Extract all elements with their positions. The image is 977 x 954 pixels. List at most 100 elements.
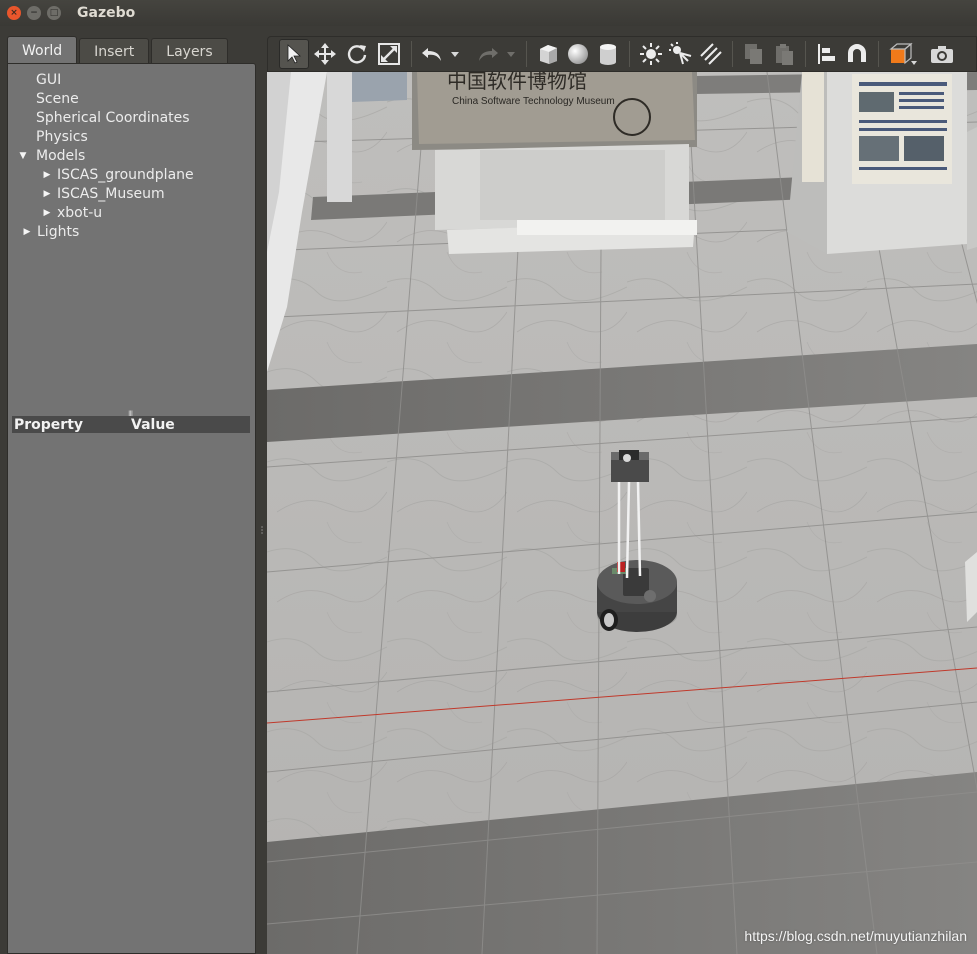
title-bar: × − □ Gazebo: [0, 0, 977, 26]
screenshot-icon: [931, 46, 953, 63]
copy-icon: [745, 44, 762, 64]
tree-item-scene[interactable]: Scene: [8, 89, 255, 108]
scale-mode-button[interactable]: [373, 39, 405, 69]
tree-item-models[interactable]: ▼ Models: [8, 146, 255, 165]
redo-history-dropdown[interactable]: [502, 39, 520, 69]
toolbar: [267, 36, 977, 72]
close-icon: ×: [10, 7, 18, 18]
select-arrow-icon: [287, 44, 302, 64]
toolbar-separator: [526, 41, 527, 67]
tree-item-label: GUI: [36, 71, 62, 88]
cylinder-shape-icon: [600, 44, 616, 65]
property-column-header[interactable]: Property: [12, 417, 131, 433]
expand-right-icon[interactable]: ▶: [42, 189, 52, 199]
rotate-icon: [347, 45, 367, 64]
3d-viewport[interactable]: 中国软件博物馆 China Software Technology Museum: [267, 72, 977, 954]
point-light-icon: [640, 43, 662, 65]
pedestal-panel: [480, 150, 665, 220]
scale-icon: [378, 43, 400, 65]
tree-item-label: Models: [36, 147, 86, 164]
toolbar-separator: [629, 41, 630, 67]
tree-item-label: Spherical Coordinates: [36, 109, 190, 126]
view-angle-icon: [889, 42, 917, 65]
redo-button[interactable]: [474, 39, 502, 69]
tree-item-physics[interactable]: Physics: [8, 127, 255, 146]
tree-item-spherical-coordinates[interactable]: Spherical Coordinates: [8, 108, 255, 127]
align-button[interactable]: [812, 39, 842, 69]
tree-item-label: ISCAS_groundplane: [57, 166, 194, 183]
minimize-window-button[interactable]: −: [27, 6, 41, 20]
tree-item-lights[interactable]: ▶ Lights: [8, 222, 255, 241]
tree-item-gui[interactable]: GUI: [8, 70, 255, 89]
insert-cylinder-button[interactable]: [593, 39, 623, 69]
museum-pillar: [327, 72, 352, 202]
maximize-icon: □: [49, 7, 59, 18]
expand-right-icon[interactable]: ▶: [42, 170, 52, 180]
museum-sign-english: China Software Technology Museum: [452, 96, 615, 107]
maximize-window-button[interactable]: □: [47, 6, 61, 20]
redo-icon: [479, 48, 498, 61]
toolbar-separator: [878, 41, 879, 67]
exhibit-side-poster: [802, 72, 824, 182]
translate-icon: [314, 43, 336, 65]
expand-right-icon[interactable]: ▶: [22, 227, 32, 237]
gazebo-window: × − □ Gazebo World Insert Layers GUI Sce…: [0, 0, 977, 954]
watermark-url: https://blog.csdn.net/muyutianzhilan: [744, 928, 967, 944]
tree-item-iscas-museum[interactable]: ▶ ISCAS_Museum: [8, 184, 255, 203]
spot-light-icon: [669, 42, 692, 65]
tree-item-label: xbot-u: [57, 204, 103, 221]
toolbar-separator: [805, 41, 806, 67]
property-table-header: Property Value: [12, 416, 250, 433]
snap-icon: [848, 44, 866, 62]
value-column-header[interactable]: Value: [131, 417, 175, 433]
paste-icon: [776, 44, 793, 65]
sphere-shape-icon: [568, 44, 588, 64]
undo-button[interactable]: [418, 39, 446, 69]
snap-button[interactable]: [842, 39, 872, 69]
world-tree: GUI Scene Spherical Coordinates Physics …: [8, 70, 255, 241]
redo-dropdown-icon: [507, 52, 515, 57]
tree-item-label: ISCAS_Museum: [57, 185, 165, 202]
exhibit-edge: [967, 127, 977, 250]
undo-history-dropdown[interactable]: [446, 39, 464, 69]
undo-icon: [422, 48, 441, 61]
left-panel: World Insert Layers GUI Scene Spherical …: [0, 26, 258, 954]
tab-layers[interactable]: Layers: [151, 38, 228, 64]
directional-light-icon: [700, 43, 722, 65]
insert-spot-light-button[interactable]: [666, 39, 696, 69]
window-title: Gazebo: [77, 5, 136, 21]
world-panel: GUI Scene Spherical Coordinates Physics …: [7, 63, 256, 954]
tree-item-iscas-groundplane[interactable]: ▶ ISCAS_groundplane: [8, 165, 255, 184]
copy-button[interactable]: [739, 39, 769, 69]
paste-button[interactable]: [769, 39, 799, 69]
scene-render: 中国软件博物馆 China Software Technology Museum: [267, 72, 977, 954]
wall-window: [352, 72, 407, 102]
screenshot-button[interactable]: [927, 39, 957, 69]
undo-dropdown-icon: [451, 52, 459, 57]
museum-sign-chinese: 中国软件博物馆: [447, 72, 587, 93]
tree-item-xbot-u[interactable]: ▶ xbot-u: [8, 203, 255, 222]
minimize-icon: −: [30, 7, 38, 18]
expand-right-icon[interactable]: ▶: [42, 208, 52, 218]
insert-sphere-button[interactable]: [563, 39, 593, 69]
splitter-grip-icon[interactable]: · · ·: [259, 524, 265, 538]
toolbar-separator: [732, 41, 733, 67]
rotate-mode-button[interactable]: [341, 39, 373, 69]
insert-point-light-button[interactable]: [636, 39, 666, 69]
tab-insert[interactable]: Insert: [79, 38, 150, 64]
tree-item-label: Scene: [36, 90, 79, 107]
view-angle-button[interactable]: [885, 39, 921, 69]
left-panel-tabs: World Insert Layers: [7, 36, 230, 64]
select-mode-button[interactable]: [279, 39, 309, 69]
pedestal-step: [517, 220, 697, 235]
panel-splitter[interactable]: [258, 26, 267, 954]
expand-down-icon[interactable]: ▼: [18, 151, 28, 161]
close-window-button[interactable]: ×: [7, 6, 21, 20]
toolbar-separator: [411, 41, 412, 67]
tab-world[interactable]: World: [7, 36, 78, 64]
insert-box-button[interactable]: [533, 39, 563, 69]
translate-mode-button[interactable]: [309, 39, 341, 69]
insert-directional-light-button[interactable]: [696, 39, 726, 69]
tree-item-label: Physics: [36, 128, 88, 145]
right-edge-object: [965, 552, 977, 622]
